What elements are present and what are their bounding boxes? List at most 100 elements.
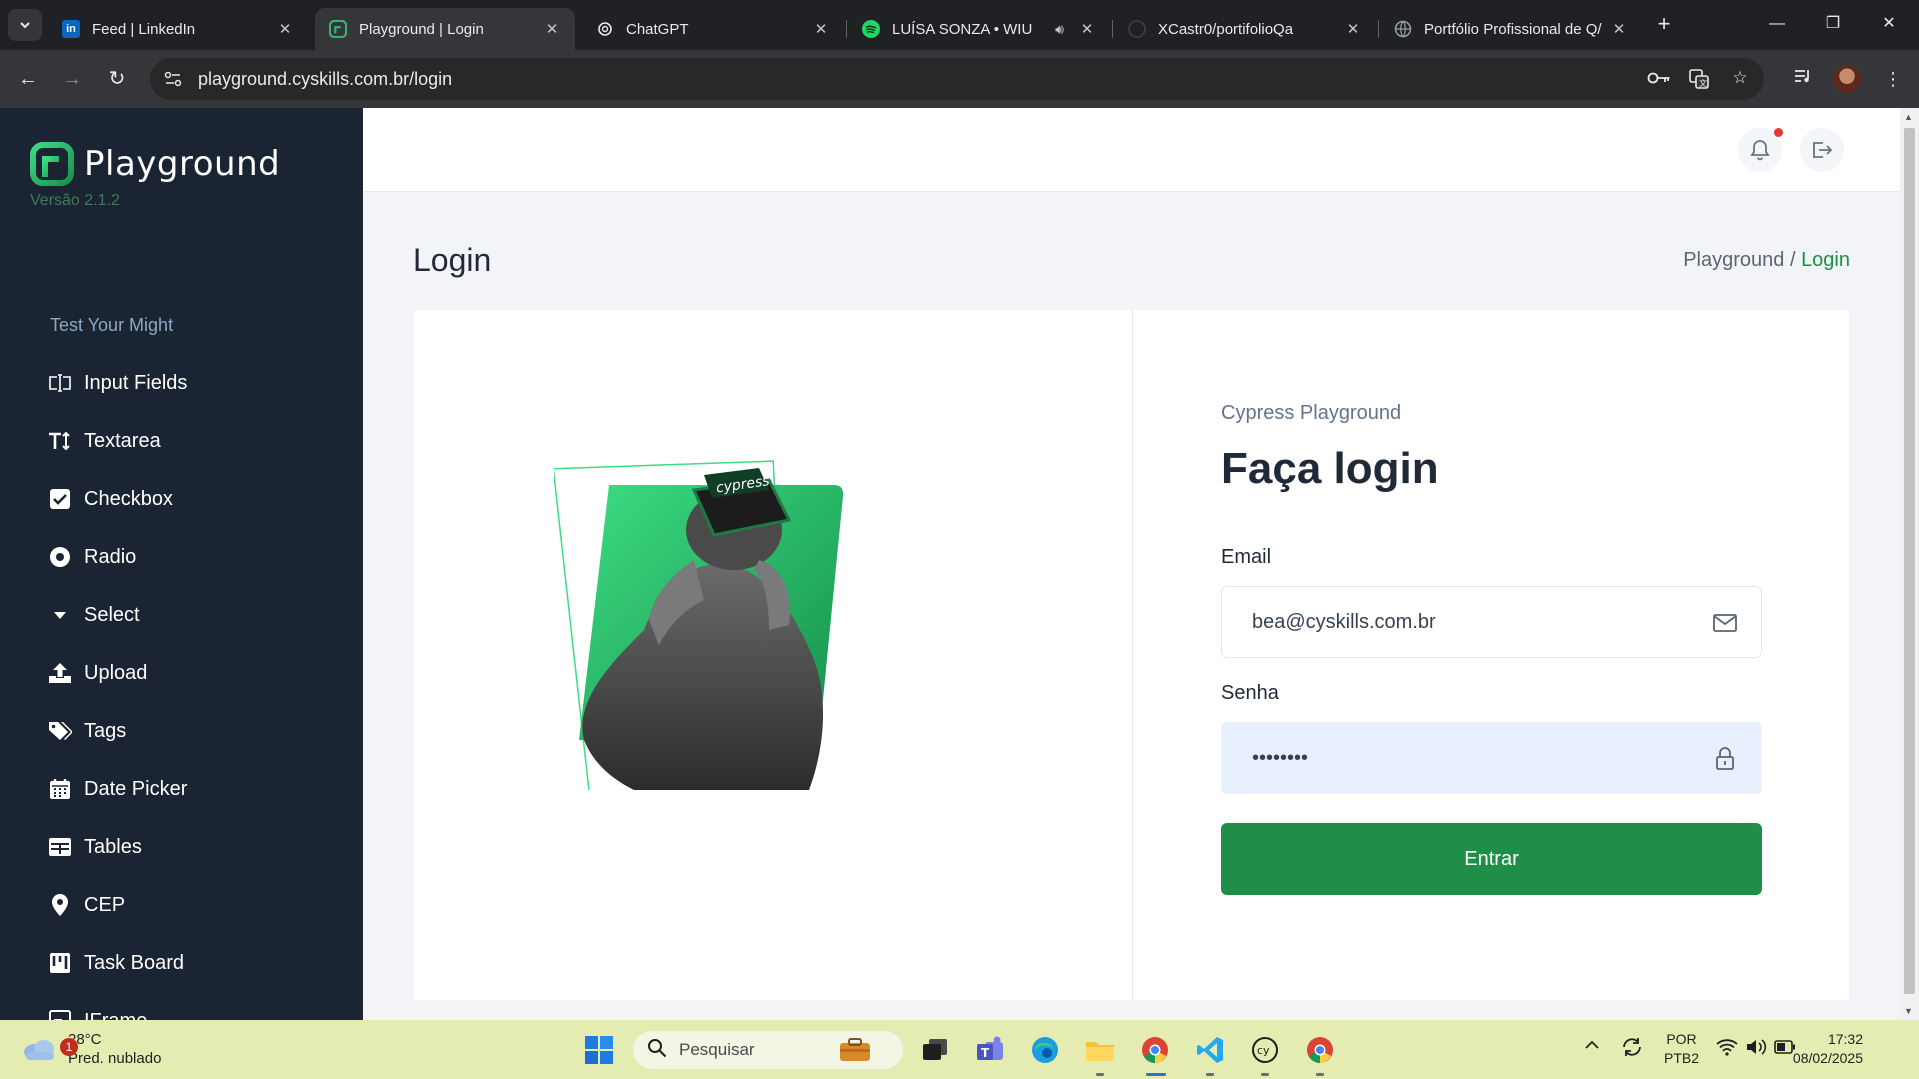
github-icon xyxy=(1128,20,1146,38)
restore-button[interactable]: ❐ xyxy=(1810,8,1856,40)
cypress-icon: cy xyxy=(1252,1037,1278,1063)
sidebar-item-checkbox[interactable]: Checkbox xyxy=(48,484,348,514)
weather-widget[interactable]: 1 28°C Pred. nublado xyxy=(22,1030,161,1068)
briefcase-icon xyxy=(840,1038,870,1061)
password-field[interactable] xyxy=(1252,746,1672,770)
sidebar-item-date-picker[interactable]: Date Picker xyxy=(48,774,348,804)
logout-button[interactable] xyxy=(1800,128,1844,172)
file-explorer-app[interactable] xyxy=(1082,1032,1118,1068)
scrollbar-thumb[interactable] xyxy=(1904,128,1915,994)
sidebar-item-iframe[interactable]: IFrame xyxy=(48,1006,348,1020)
sync-icon[interactable] xyxy=(1620,1036,1644,1062)
login-submit-button[interactable]: Entrar xyxy=(1221,823,1762,895)
close-icon[interactable]: ✕ xyxy=(276,20,294,38)
sidebar-item-tags[interactable]: Tags xyxy=(48,716,348,746)
tab-playground[interactable]: Playground | Login ✕ xyxy=(315,8,575,50)
start-button[interactable] xyxy=(581,1032,617,1068)
close-icon[interactable]: ✕ xyxy=(543,20,561,38)
page-scrollbar[interactable]: ▲ ▼ xyxy=(1900,108,1919,1020)
close-icon[interactable]: ✕ xyxy=(812,20,830,38)
window-close-button[interactable]: ✕ xyxy=(1866,8,1912,40)
tab-linkedin[interactable]: in Feed | LinkedIn ✕ xyxy=(48,8,308,50)
sidebar-item-input-fields[interactable]: Input Fields xyxy=(48,368,348,398)
page-title: Login xyxy=(413,242,492,278)
tab-chatgpt[interactable]: ChatGPT ✕ xyxy=(582,8,844,50)
vscode-app[interactable] xyxy=(1192,1032,1228,1068)
scroll-up-arrow[interactable]: ▲ xyxy=(1904,112,1913,122)
logo-text: Playground xyxy=(84,144,281,184)
teams-app[interactable]: T xyxy=(972,1032,1008,1068)
windows-logo-icon xyxy=(585,1036,613,1064)
media-control-icon[interactable] xyxy=(1787,63,1819,95)
sidebar-item-task-board[interactable]: Task Board xyxy=(48,948,348,978)
taskbar-search[interactable]: Pesquisar xyxy=(633,1031,903,1069)
reload-button[interactable]: ↻ xyxy=(101,63,133,95)
sidebar-item-select[interactable]: Select xyxy=(48,600,348,630)
search-placeholder: Pesquisar xyxy=(679,1040,755,1059)
browser-toolbar: ← → ↻ playground.cyskills.com.br/login 文… xyxy=(0,50,1919,108)
sidebar: Playground Versão 2.1.2 Test Your Might … xyxy=(0,108,363,1020)
edge-app[interactable] xyxy=(1027,1032,1063,1068)
email-field[interactable] xyxy=(1252,610,1672,634)
tab-title: Playground | Login xyxy=(359,20,484,38)
address-bar[interactable]: playground.cyskills.com.br/login 文 ☆ xyxy=(150,58,1764,100)
playground-logo-icon xyxy=(30,142,74,186)
translate-icon[interactable]: 文 xyxy=(1687,68,1711,90)
folder-icon xyxy=(1086,1042,1114,1061)
sidebar-item-upload[interactable]: Upload xyxy=(48,658,348,688)
password-key-icon[interactable] xyxy=(1647,68,1671,90)
sidebar-item-label: CEP xyxy=(84,893,126,916)
input-language[interactable]: POR PTB2 xyxy=(1664,1030,1699,1068)
logo[interactable]: Playground xyxy=(30,142,280,186)
site-info-icon[interactable] xyxy=(162,68,184,90)
tab-separator xyxy=(1112,20,1113,38)
sidebar-item-textarea[interactable]: Textarea xyxy=(48,426,348,456)
browser-menu-icon[interactable]: ⋮ xyxy=(1877,63,1909,95)
task-view-icon xyxy=(923,1039,947,1060)
bookmark-star-icon[interactable]: ☆ xyxy=(1728,68,1752,90)
close-icon[interactable]: ✕ xyxy=(1078,20,1096,38)
checkbox-icon xyxy=(48,487,72,511)
scroll-down-arrow[interactable]: ▼ xyxy=(1904,1006,1913,1016)
system-clock[interactable]: 17:32 08/02/2025 xyxy=(1793,1030,1863,1068)
tab-title: Portfólio Profissional de Q/ xyxy=(1424,20,1602,38)
chrome-icon xyxy=(1307,1037,1333,1063)
breadcrumb-root[interactable]: Playground xyxy=(1683,249,1784,271)
svg-text:T: T xyxy=(981,1046,990,1060)
profile-avatar[interactable] xyxy=(1833,65,1861,93)
sidebar-item-tables[interactable]: Tables xyxy=(48,832,348,862)
sidebar-item-cep[interactable]: CEP xyxy=(48,890,348,920)
new-tab-button[interactable]: + xyxy=(1650,10,1678,38)
sidebar-item-label: Task Board xyxy=(84,951,185,974)
linkedin-icon: in xyxy=(62,20,80,38)
tab-search-button[interactable] xyxy=(8,9,42,41)
speaker-icon[interactable]: 🔊︎ xyxy=(1055,21,1064,38)
forward-button[interactable]: → xyxy=(56,63,88,95)
tab-spotify[interactable]: LUÍSA SONZA • WIU 🔊︎ ✕ xyxy=(848,8,1110,50)
text-height-icon xyxy=(48,429,72,453)
volume-icon[interactable] xyxy=(1745,1038,1767,1060)
tray-chevron-up-icon[interactable] xyxy=(1584,1038,1600,1055)
sidebar-section-title: Test Your Might xyxy=(50,315,174,335)
chrome-app-active[interactable] xyxy=(1137,1032,1173,1068)
close-icon[interactable]: ✕ xyxy=(1344,20,1362,38)
login-subtitle: Cypress Playground xyxy=(1221,402,1402,424)
chrome-app[interactable] xyxy=(1302,1032,1338,1068)
clock-date: 08/02/2025 xyxy=(1792,1050,1863,1066)
sidebar-item-radio[interactable]: Radio xyxy=(48,542,348,572)
minimize-button[interactable]: ― xyxy=(1754,8,1800,40)
sidebar-item-label: Tags xyxy=(84,719,127,742)
bell-icon xyxy=(1750,140,1770,161)
cypress-app[interactable]: cy xyxy=(1247,1032,1283,1068)
back-button[interactable]: ← xyxy=(12,63,44,95)
tab-portfolio[interactable]: Portfólio Profissional de Q/ ✕ xyxy=(1380,8,1642,50)
chrome-icon xyxy=(1142,1037,1168,1063)
tab-github[interactable]: XCastr0/portifolioQa ✕ xyxy=(1114,8,1376,50)
windows-taskbar: 1 28°C Pred. nublado Pesquisar T cy POR … xyxy=(0,1020,1919,1079)
wifi-icon[interactable] xyxy=(1716,1038,1738,1060)
close-icon[interactable]: ✕ xyxy=(1610,20,1628,38)
task-view-button[interactable] xyxy=(917,1032,953,1068)
running-indicator xyxy=(1316,1073,1324,1076)
weather-description: Pred. nublado xyxy=(68,1050,162,1067)
login-card: cypress Cypress Playground Faça login Em… xyxy=(414,310,1849,1000)
